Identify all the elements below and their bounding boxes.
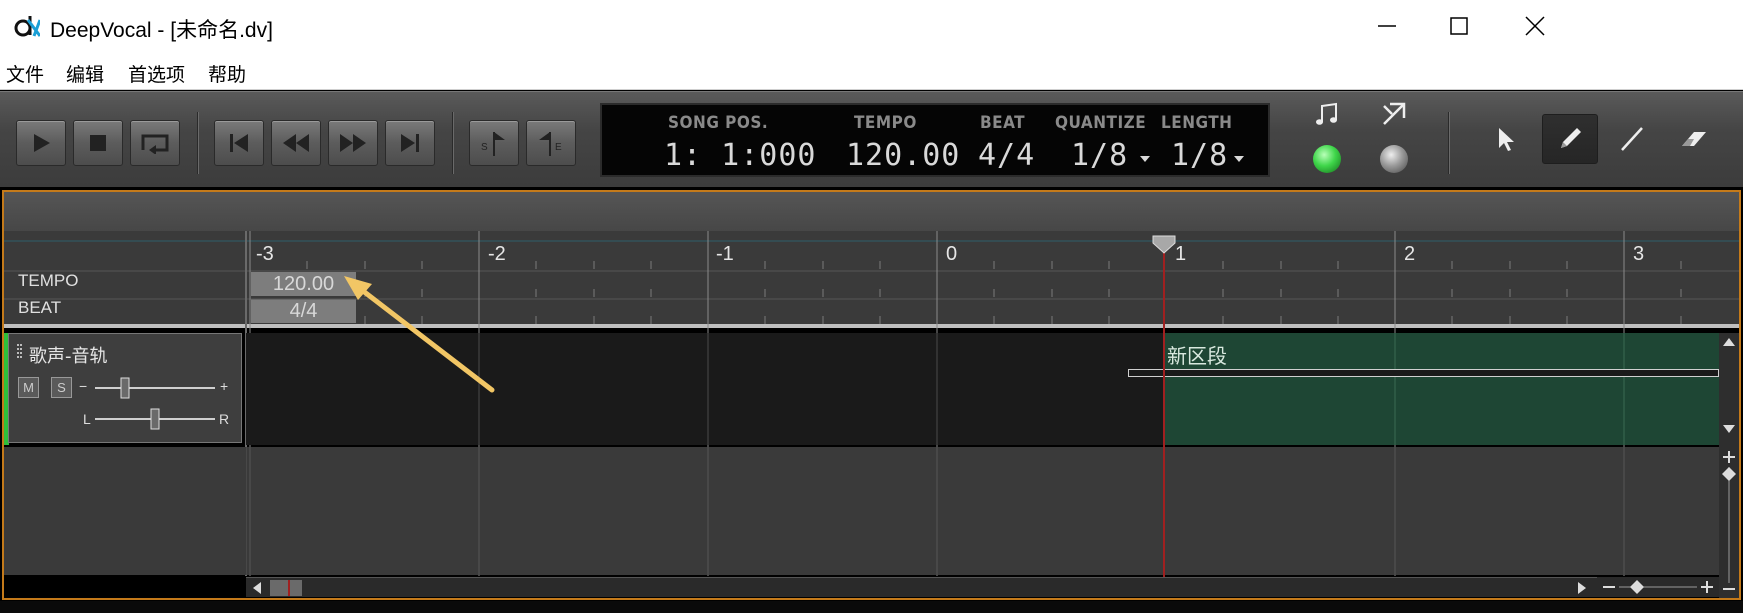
toolbar: S E SONG POS. 1: 1:000 TEMPO 120.00 BEAT…: [0, 91, 1743, 187]
minimize-icon: [1378, 25, 1396, 27]
toolbar-separator: [452, 112, 454, 174]
annotation-arrow-icon: [344, 276, 495, 393]
title-bar: DeepVocal - [未命名.dv]: [0, 0, 1743, 52]
beat-value[interactable]: 4/4: [978, 138, 1035, 173]
svg-text:S: S: [481, 142, 488, 153]
vertical-scrollbar[interactable]: [1719, 333, 1739, 598]
pan-slider-handle[interactable]: [150, 408, 160, 430]
toolbar-separator: [1448, 112, 1450, 174]
tempo-label: TEMPO: [854, 113, 917, 133]
pan-left-label: L: [83, 411, 91, 427]
line-tool[interactable]: [1604, 114, 1660, 164]
play-button[interactable]: [16, 120, 66, 166]
length-value[interactable]: 1/8: [1171, 138, 1228, 173]
segment-grid: [1394, 333, 1625, 445]
song-pos-label: SONG POS.: [668, 113, 769, 133]
horizontal-zoom[interactable]: [1597, 577, 1719, 597]
play-icon: [34, 134, 50, 152]
track-drag-handle-icon[interactable]: [17, 344, 23, 362]
fast-forward-button[interactable]: [328, 120, 378, 166]
line-icon: [1621, 127, 1643, 151]
tempo-value[interactable]: 120.00: [846, 138, 960, 173]
auto-scroll-icon: [1383, 102, 1406, 125]
segment-pitch-bar: [1128, 369, 1719, 377]
menu-file[interactable]: 文件: [6, 60, 44, 87]
deepvocal-window: DeepVocal - [未命名.dv] 文件 编辑 首选项 帮助 S E SO…: [0, 0, 1743, 613]
pointer-icon: [1499, 128, 1514, 151]
quantize-value[interactable]: 1/8: [1071, 138, 1128, 173]
maximize-icon: [1450, 17, 1468, 35]
menu-preferences[interactable]: 首选项: [128, 60, 185, 87]
eraser-tool[interactable]: [1666, 114, 1722, 164]
solo-button[interactable]: S: [51, 377, 72, 398]
menu-help[interactable]: 帮助: [208, 60, 246, 87]
horizontal-zoom-slider[interactable]: [1597, 577, 1719, 597]
fast-forward-icon: [340, 134, 366, 152]
stop-button[interactable]: [73, 120, 123, 166]
track-header[interactable]: 歌声-音轨 M S − + L R: [8, 333, 242, 443]
snap-end-button[interactable]: E: [526, 120, 576, 166]
scroll-right-icon[interactable]: [1577, 582, 1587, 594]
loop-button[interactable]: [130, 120, 180, 166]
editor-header-strip: [4, 192, 1739, 231]
quantize-dropdown-icon[interactable]: [1140, 156, 1150, 163]
playhead[interactable]: [1150, 233, 1178, 578]
svg-text:E: E: [555, 142, 562, 153]
rewind-button[interactable]: [271, 120, 321, 166]
volume-plus-label: +: [220, 378, 229, 394]
rewind-icon: [283, 134, 309, 152]
window-bottom-edge: [0, 601, 1743, 613]
maximize-button[interactable]: [1424, 0, 1494, 52]
metronome-toggle[interactable]: [1313, 145, 1341, 173]
skip-start-icon: [230, 134, 248, 152]
snap-start-button[interactable]: S: [469, 120, 519, 166]
skip-end-button[interactable]: [385, 120, 435, 166]
menu-bar: 文件 编辑 首选项 帮助: [0, 52, 1743, 90]
mute-button[interactable]: M: [18, 377, 39, 398]
scroll-playhead-marker: [288, 580, 290, 596]
quantize-label: QUANTIZE: [1055, 113, 1147, 133]
toolbar-separator: [197, 112, 199, 174]
stop-icon: [90, 135, 106, 151]
eraser-icon: [1682, 132, 1706, 146]
volume-slider-handle[interactable]: [120, 377, 130, 399]
song-pos-value[interactable]: 1: 1:000: [664, 138, 817, 173]
volume-minus-label: −: [79, 378, 88, 394]
minimize-button[interactable]: [1352, 0, 1422, 52]
horizontal-scrollbar[interactable]: [246, 577, 1597, 597]
snap-end-icon: E: [539, 132, 562, 156]
skip-end-icon: [401, 134, 419, 152]
lcd-display: SONG POS. 1: 1:000 TEMPO 120.00 BEAT 4/4…: [600, 103, 1270, 177]
window-title: DeepVocal - [未命名.dv]: [50, 19, 273, 42]
length-label: LENGTH: [1161, 113, 1233, 133]
app-logo-icon: [14, 16, 40, 37]
skip-start-button[interactable]: [214, 120, 264, 166]
length-dropdown-icon[interactable]: [1234, 156, 1244, 163]
auto-scroll-toggle[interactable]: [1380, 145, 1408, 173]
track-sliders: [95, 377, 215, 430]
close-icon: [1525, 16, 1545, 36]
empty-area-grid: [246, 447, 1625, 575]
close-button[interactable]: [1500, 0, 1570, 52]
snap-start-icon: S: [481, 132, 505, 156]
pan-right-label: R: [219, 411, 230, 427]
vertical-scroll-controls[interactable]: [1719, 333, 1739, 598]
menu-edit[interactable]: 编辑: [66, 60, 104, 87]
pencil-tool[interactable]: [1542, 114, 1598, 164]
track-name[interactable]: 歌声-音轨: [29, 342, 108, 368]
beat-label: BEAT: [980, 113, 1026, 133]
loop-icon: [141, 134, 169, 154]
scroll-thumb[interactable]: [270, 580, 302, 596]
scroll-left-icon[interactable]: [252, 582, 262, 594]
music-note-icon: [1316, 102, 1337, 125]
pointer-tool[interactable]: [1478, 114, 1534, 164]
pencil-icon: [1561, 128, 1581, 148]
